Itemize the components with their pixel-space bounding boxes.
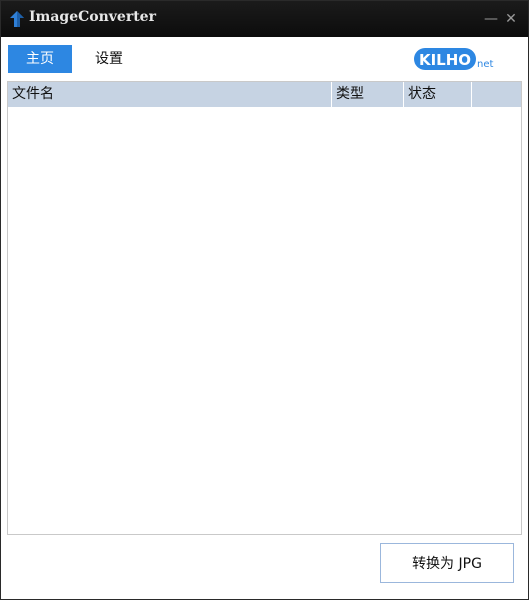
file-list[interactable]: 文件名 类型 状态 bbox=[7, 81, 522, 535]
list-header: 文件名 类型 状态 bbox=[8, 82, 521, 107]
close-button[interactable]: ✕ bbox=[504, 11, 518, 27]
column-header-type[interactable]: 类型 bbox=[332, 82, 404, 107]
tab-settings[interactable]: 设置 bbox=[81, 45, 137, 73]
column-header-extra[interactable] bbox=[472, 82, 521, 107]
convert-to-jpg-button[interactable]: 转换为 JPG bbox=[380, 543, 514, 583]
tab-home[interactable]: 主页 bbox=[8, 45, 72, 73]
app-arrow-up-icon bbox=[9, 10, 25, 28]
window-title: ImageConverter bbox=[29, 9, 156, 25]
column-header-status[interactable]: 状态 bbox=[404, 82, 472, 107]
list-body[interactable] bbox=[8, 107, 521, 534]
title-bar[interactable]: ImageConverter — ✕ bbox=[1, 1, 528, 37]
column-header-filename[interactable]: 文件名 bbox=[8, 82, 332, 107]
app-window: ImageConverter — ✕ 主页 设置 KILHO net 文件名 类… bbox=[0, 0, 529, 600]
logo-suffix: net bbox=[477, 59, 493, 70]
minimize-button[interactable]: — bbox=[484, 11, 498, 27]
kilho-logo: KILHO net bbox=[413, 45, 495, 73]
logo-text: KILHO bbox=[419, 51, 471, 69]
